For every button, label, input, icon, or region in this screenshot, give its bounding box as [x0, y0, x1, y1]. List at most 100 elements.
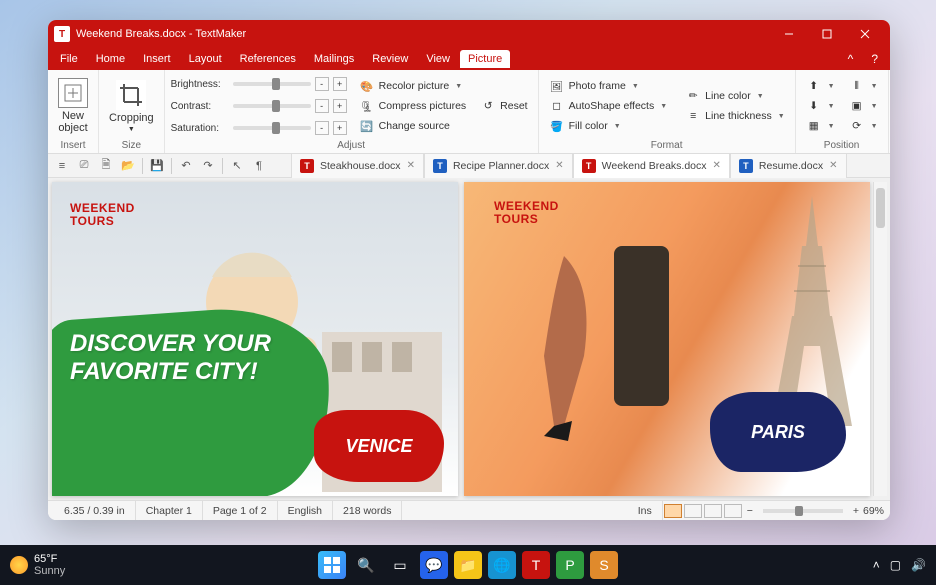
change-source-button[interactable]: 🔄Change source [355, 116, 471, 136]
venice-badge: VENICE [314, 410, 444, 482]
qa-new-icon[interactable]: 🗎 [96, 156, 116, 176]
start-button[interactable] [318, 551, 346, 579]
menu-references[interactable]: References [232, 50, 304, 68]
menu-bar: File Home Insert Layout References Maili… [48, 48, 890, 70]
status-chapter[interactable]: Chapter 1 [136, 501, 203, 520]
close-tab-icon[interactable]: ✕ [713, 160, 721, 171]
tray-chevron-icon[interactable]: ˄ [873, 558, 880, 572]
rotate-icon: ⟳ [849, 118, 865, 134]
position-btn-1[interactable]: ⬆▼ [802, 76, 839, 96]
status-language[interactable]: English [278, 501, 333, 520]
line-color-button[interactable]: ✏Line color▼ [681, 86, 788, 106]
menu-review[interactable]: Review [364, 50, 416, 68]
rotate-btn[interactable]: ⟳▼ [845, 116, 882, 136]
doctab-resume[interactable]: TResume.docx✕ [730, 154, 847, 178]
couple-illustration [524, 246, 684, 446]
view-mode-3[interactable] [704, 504, 722, 518]
group-icon: ▣ [849, 98, 865, 114]
compress-pictures-button[interactable]: 🗜Compress pictures [355, 96, 471, 116]
recolor-picture-button[interactable]: 🎨Recolor picture▼ [355, 76, 471, 96]
taskbar: 65°FSunny 🔍 ▭ 💬 📁 🌐 T P S ˄ ▢ 🔊 [0, 545, 936, 585]
contrast-slider[interactable]: Contrast:-+ [171, 96, 347, 116]
cropping-button[interactable]: Cropping ▼ [105, 74, 158, 138]
maximize-button[interactable] [808, 20, 846, 48]
page-1[interactable]: WEEKENDTOURS DISCOVER YOUR FAVORITE CITY… [52, 182, 458, 496]
qa-redo-icon[interactable]: ↷ [198, 156, 218, 176]
cropping-label: Cropping [109, 112, 154, 124]
autoshape-effects-button[interactable]: ◻AutoShape effects▼ [545, 96, 672, 116]
taskbar-textmaker-icon[interactable]: T [522, 551, 550, 579]
qa-menu-icon[interactable]: ≡ [52, 156, 72, 176]
doctab-weekend[interactable]: TWeekend Breaks.docx✕ [573, 154, 730, 178]
view-mode-2[interactable] [684, 504, 702, 518]
document-area: WEEKENDTOURS DISCOVER YOUR FAVORITE CITY… [48, 178, 890, 500]
qa-toggle-icon[interactable]: ⎚ [74, 156, 94, 176]
position-btn-3[interactable]: ▦▼ [802, 116, 839, 136]
brightness-slider[interactable]: Brightness:-+ [171, 74, 347, 94]
doctab-recipe[interactable]: TRecipe Planner.docx✕ [424, 154, 573, 178]
menu-layout[interactable]: Layout [181, 50, 230, 68]
page-2[interactable]: WEEKENDTOURS PARIS [464, 182, 870, 496]
status-insert-mode[interactable]: Ins [628, 501, 663, 520]
qa-save-icon[interactable]: 💾 [147, 156, 167, 176]
tray-network-icon[interactable]: ▢ [890, 558, 901, 572]
zoom-slider[interactable] [763, 509, 843, 513]
fill-color-button[interactable]: 🪣Fill color▼ [545, 116, 672, 136]
menu-picture[interactable]: Picture [460, 50, 510, 68]
ribbon: New object Insert Cropping ▼ Size Bright… [48, 70, 890, 154]
weather-widget[interactable]: 65°FSunny [10, 553, 65, 577]
taskbar-presentations-icon[interactable]: S [590, 551, 618, 579]
group-btn[interactable]: ▣▼ [845, 96, 882, 116]
qa-cursor-icon[interactable]: ↖ [227, 156, 247, 176]
taskbar-edge-icon[interactable]: 🌐 [488, 551, 516, 579]
ribbon-group-insert: New object Insert [48, 70, 99, 153]
view-mode-1[interactable] [664, 504, 682, 518]
taskbar-app-1[interactable]: 💬 [420, 551, 448, 579]
new-object-button[interactable]: New object [54, 74, 92, 138]
taskbar-explorer-icon[interactable]: 📁 [454, 551, 482, 579]
view-mode-4[interactable] [724, 504, 742, 518]
position-btn-2[interactable]: ⬇▼ [802, 96, 839, 116]
taskbar-taskview-icon[interactable]: ▭ [386, 551, 414, 579]
status-page[interactable]: Page 1 of 2 [203, 501, 278, 520]
reset-button[interactable]: ↺Reset [476, 96, 531, 116]
cropping-icon [116, 80, 146, 110]
zoom-level[interactable]: 69% [863, 505, 884, 517]
collapse-ribbon-button[interactable]: ^ [840, 52, 862, 66]
saturation-slider[interactable]: Saturation:-+ [171, 118, 347, 138]
menu-insert[interactable]: Insert [135, 50, 179, 68]
title-bar: T Weekend Breaks.docx - TextMaker [48, 20, 890, 48]
align-btn[interactable]: ⫴▼ [845, 76, 882, 96]
send-back-icon: ⬇ [806, 98, 822, 114]
line-thickness-button[interactable]: ≡Line thickness▼ [681, 106, 788, 126]
close-tab-icon[interactable]: ✕ [407, 160, 415, 171]
line-color-icon: ✏ [685, 88, 701, 104]
menu-view[interactable]: View [418, 50, 458, 68]
menu-home[interactable]: Home [88, 50, 133, 68]
ribbon-caption-adjust: Adjust [171, 138, 532, 151]
taskbar-planmaker-icon[interactable]: P [556, 551, 584, 579]
taskbar-search-icon[interactable]: 🔍 [352, 551, 380, 579]
zoom-out-button[interactable]: − [747, 505, 753, 517]
menu-file[interactable]: File [52, 50, 86, 68]
minimize-button[interactable] [770, 20, 808, 48]
zoom-in-button[interactable]: + [853, 505, 859, 517]
qa-open-icon[interactable]: 📂 [118, 156, 138, 176]
status-words[interactable]: 218 words [333, 501, 402, 520]
doctab-steakhouse[interactable]: TSteakhouse.docx✕ [291, 154, 424, 178]
ribbon-group-size: Cropping ▼ Size [99, 70, 165, 153]
photo-frame-button[interactable]: 🖼Photo frame▼ [545, 76, 672, 96]
document-tabs: TSteakhouse.docx✕ TRecipe Planner.docx✕ … [291, 154, 886, 178]
help-button[interactable]: ? [863, 52, 886, 66]
ribbon-caption-position: Position [802, 138, 882, 151]
slogan-text: DISCOVER YOUR FAVORITE CITY! [70, 330, 330, 385]
close-button[interactable] [846, 20, 884, 48]
close-tab-icon[interactable]: ✕ [555, 160, 563, 171]
qa-undo-icon[interactable]: ↶ [176, 156, 196, 176]
vertical-scrollbar[interactable] [873, 182, 887, 496]
tray-volume-icon[interactable]: 🔊 [911, 558, 926, 572]
menu-mailings[interactable]: Mailings [306, 50, 362, 68]
close-tab-icon[interactable]: ✕ [829, 160, 837, 171]
reset-icon: ↺ [480, 98, 496, 114]
qa-formatting-icon[interactable]: ¶ [249, 156, 269, 176]
